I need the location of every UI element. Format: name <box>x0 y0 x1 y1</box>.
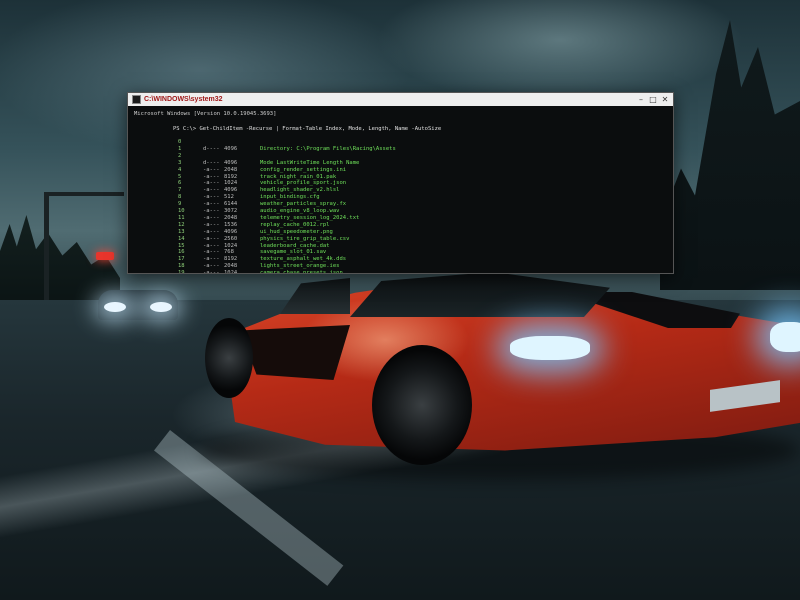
console-row-length: 2048 <box>224 166 238 173</box>
console-row-name: savegame_slot_01.sav <box>260 249 327 256</box>
console-row-name: texture_asphalt_wet_4k.dds <box>260 256 347 263</box>
console-row-index: 2 <box>178 152 182 159</box>
console-row-index: 0 <box>178 139 182 145</box>
console-row-length: 2048 <box>224 263 238 270</box>
console-row-length: 4096 <box>224 187 238 194</box>
console-row-name: camera_chase_presets.json <box>260 270 343 274</box>
console-row-mode: -a--- <box>203 201 220 208</box>
console-row-mode: -a--- <box>203 263 220 270</box>
console-row-length: 768 <box>224 249 234 256</box>
console-row-mode: d---- <box>203 159 220 166</box>
console-row-index: 14 <box>178 235 185 242</box>
console-row-length: 2560 <box>224 235 238 242</box>
console-row-name: replay_cache_0012.rpl <box>260 221 330 228</box>
console-row-mode: -a--- <box>203 166 220 173</box>
console-row-length: 2048 <box>224 214 238 221</box>
console-row-mode: -a--- <box>203 180 220 187</box>
sign-gantry-pole <box>44 192 49 302</box>
console-row-index: 1 <box>178 145 182 152</box>
console-row-name: physics_tire_grip_table.csv <box>260 235 350 242</box>
console-row-index: 3 <box>178 159 182 166</box>
console-row-length: 4096 <box>224 228 238 235</box>
close-button[interactable]: ✕ <box>659 93 671 106</box>
console-row-name: telemetry_session_log_2024.txt <box>260 214 360 221</box>
console-row-mode: -a--- <box>203 235 220 242</box>
console-row-length: 6144 <box>224 201 238 208</box>
console-row-index: 15 <box>178 242 185 249</box>
console-row-mode: -a--- <box>203 242 220 249</box>
console-row-index: 10 <box>178 208 185 214</box>
console-row-mode: d---- <box>203 145 220 152</box>
console-row-length: 1536 <box>224 221 238 228</box>
console-row-length: 8192 <box>224 173 238 180</box>
desktop-wallpaper <box>0 0 800 600</box>
console-command-line: PS C:\> Get-ChildItem -Recurse | Format-… <box>173 126 442 132</box>
console-row-mode: -a--- <box>203 208 220 214</box>
distant-car-headlight-right <box>150 302 172 312</box>
console-header-line: Microsoft Windows [Version 10.0.19045.36… <box>134 111 277 117</box>
red-traffic-light <box>96 252 114 260</box>
console-row-mode: -a--- <box>203 228 220 235</box>
console-row-length: 3072 <box>224 208 238 214</box>
console-row-mode: -a--- <box>203 173 220 180</box>
console-row-name: leaderboard_cache.dat <box>260 242 330 249</box>
console-row-index: 13 <box>178 228 185 235</box>
console-row-index: 7 <box>178 187 182 194</box>
console-row-name: lights_street_orange.ies <box>260 263 340 270</box>
car-rear-wheel <box>205 318 253 398</box>
console-row-name: input_bindings.cfg <box>260 194 320 201</box>
console-row-index: 4 <box>178 166 182 173</box>
console-row-name: ui_hud_speedometer.png <box>260 228 333 235</box>
console-row-length: 4096 <box>224 145 238 152</box>
console-row-length: 8192 <box>224 256 238 263</box>
console-row-name: weather_particles_spray.fx <box>260 201 347 208</box>
car-headlight-left <box>510 336 590 360</box>
console-row-name: config_render_settings.ini <box>260 166 347 173</box>
console-row-mode: -a--- <box>203 187 220 194</box>
console-row-mode: -a--- <box>203 256 220 263</box>
console-row-length: 1024 <box>224 242 238 249</box>
console-row-mode: -a--- <box>203 194 220 201</box>
console-row-index: 16 <box>178 249 185 256</box>
console-row-name: headlight_shader_v2.hlsl <box>260 187 340 194</box>
console-row-name: Mode LastWriteTime Length Name <box>260 159 360 166</box>
terminal-title: C:\WINDOWS\system32 <box>144 96 223 103</box>
car-headlight-right <box>770 322 800 352</box>
console-row-index: 12 <box>178 221 185 228</box>
console-row-index: 11 <box>178 214 185 221</box>
console-row-mode: -a--- <box>203 214 220 221</box>
console-row-mode: -a--- <box>203 270 220 274</box>
console-row-index: 19 <box>178 270 185 274</box>
minimize-button[interactable]: – <box>635 93 647 106</box>
console-row-name: track_night_rain_01.pak <box>260 173 337 180</box>
console-row-mode: -a--- <box>203 249 220 256</box>
maximize-button[interactable]: □ <box>647 93 659 106</box>
console-row-index: 9 <box>178 201 182 208</box>
console-row-index: 18 <box>178 263 185 270</box>
console-row-index: 6 <box>178 180 182 187</box>
console-row-name: vehicle_profile_sport.json <box>260 180 347 187</box>
console-row-name: audio_engine_v8_loop.wav <box>260 208 340 214</box>
car-front-wheel <box>372 345 472 465</box>
console-row-index: 17 <box>178 256 185 263</box>
window-controls: – □ ✕ <box>635 93 671 106</box>
console-row-length: 512 <box>224 194 234 201</box>
console-row-name: Directory: C:\Program Files\Racing\Asset… <box>260 145 396 152</box>
car-side-vent <box>240 325 350 380</box>
terminal-titlebar[interactable]: C:\WINDOWS\system32 – □ ✕ <box>128 93 673 106</box>
console-row-index: 8 <box>178 194 182 201</box>
terminal-window[interactable]: C:\WINDOWS\system32 – □ ✕ Microsoft Wind… <box>127 92 674 274</box>
terminal-app-icon <box>132 95 141 104</box>
console-row-length: 4096 <box>224 159 238 166</box>
console-row-length: 1024 <box>224 270 238 274</box>
distant-car-headlight-left <box>104 302 126 312</box>
console-row-length: 1024 <box>224 180 238 187</box>
console-row-index: 5 <box>178 173 182 180</box>
console-row-mode: -a--- <box>203 221 220 228</box>
sign-gantry-arm <box>44 192 124 196</box>
